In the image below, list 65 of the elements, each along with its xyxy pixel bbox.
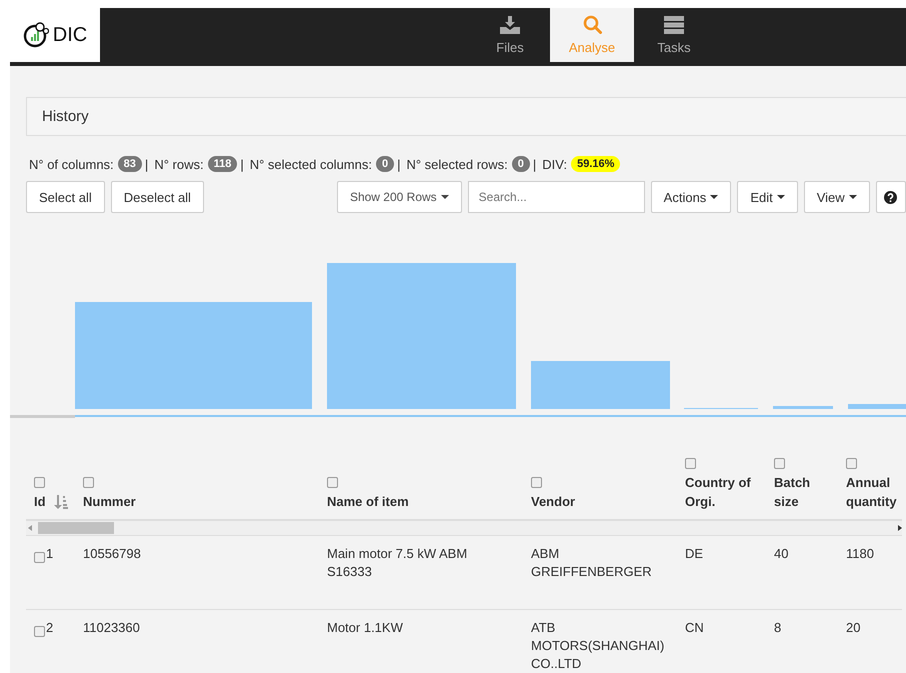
stat-label: N° of columns: [29, 156, 114, 172]
table-cell: 10556798 [83, 546, 141, 561]
column-header[interactable]: Nummer [83, 492, 136, 511]
table-cell: Main motor 7.5 kW ABM S16333 [327, 546, 468, 579]
server-icon [664, 16, 684, 34]
panel-heading: History [26, 97, 906, 136]
select-button[interactable]: Deselect all [110, 181, 204, 213]
table-cell: 20 [846, 620, 860, 635]
table-cell: Motor 1.1KW [327, 620, 403, 635]
table-cell: 2 [46, 619, 54, 637]
column-checkbox[interactable] [531, 477, 542, 488]
menu-button[interactable]: View [804, 181, 870, 213]
menu-button[interactable]: Edit [737, 181, 798, 213]
stat-label: DIV: [542, 156, 568, 172]
table-cell: 40 [774, 546, 788, 561]
column-header[interactable]: Annual quantity [846, 473, 902, 511]
table-cell: ABM GREIFFENBERGER [531, 546, 652, 579]
separator: | [397, 156, 400, 172]
rows-dropdown[interactable]: Show 200 Rows [336, 181, 462, 213]
search-field[interactable]: Search... [468, 181, 645, 213]
app-name: DIC [52, 24, 88, 46]
count-badge: 83 [118, 156, 142, 172]
table-cell: DE [685, 546, 704, 561]
count-badge: 0 [512, 156, 530, 172]
chart-scroll-handle [10, 415, 75, 418]
stat-label: N° selected columns: [250, 156, 372, 172]
table-cell: 1180 [846, 546, 874, 561]
table-cell: 1 [46, 545, 54, 563]
separator: | [240, 156, 244, 172]
horizontal-scrollbar[interactable] [26, 521, 902, 535]
column-checkbox[interactable] [685, 458, 696, 469]
table-cell: 11023360 [83, 620, 140, 635]
count-badge: 59.16% [571, 156, 620, 172]
table-cell: CN [685, 620, 704, 635]
column-header[interactable]: Batch size [774, 473, 830, 511]
row-checkbox[interactable] [34, 552, 45, 563]
column-checkbox[interactable] [83, 477, 94, 488]
chart-bar [848, 404, 906, 409]
column-header[interactable]: Id [34, 492, 46, 511]
column-header[interactable]: Vendor [531, 492, 576, 511]
column-header[interactable]: Name of item [327, 492, 409, 511]
separator: | [144, 156, 148, 172]
stat-label: N° rows: [154, 156, 204, 172]
help-icon [884, 190, 898, 204]
stat-label: N° selected rows: [406, 156, 508, 172]
select-button[interactable]: Select all [26, 181, 105, 213]
column-checkbox[interactable] [327, 477, 338, 488]
column-checkbox[interactable] [846, 458, 857, 469]
column-header[interactable]: Country of Orgi. [685, 473, 758, 511]
row-checkbox[interactable] [34, 626, 45, 637]
download-icon [500, 16, 520, 34]
chart-bar [773, 406, 833, 409]
column-checkbox[interactable] [774, 458, 785, 469]
column-checkbox[interactable] [34, 477, 45, 488]
help-button[interactable] [876, 181, 906, 213]
nav-tab[interactable]: Tasks [634, 8, 714, 62]
count-badge: 118 [208, 156, 238, 172]
search-icon [582, 15, 602, 34]
table-cell: 8 [774, 620, 782, 635]
separator: | [532, 156, 536, 172]
menu-button[interactable]: Actions [650, 181, 732, 213]
logo-icon [22, 22, 49, 48]
count-badge: 0 [376, 156, 394, 172]
nav-tab[interactable]: Files [470, 8, 550, 62]
table-cell: ATB MOTORS(SHANGHAI) CO..LTD [531, 620, 664, 671]
